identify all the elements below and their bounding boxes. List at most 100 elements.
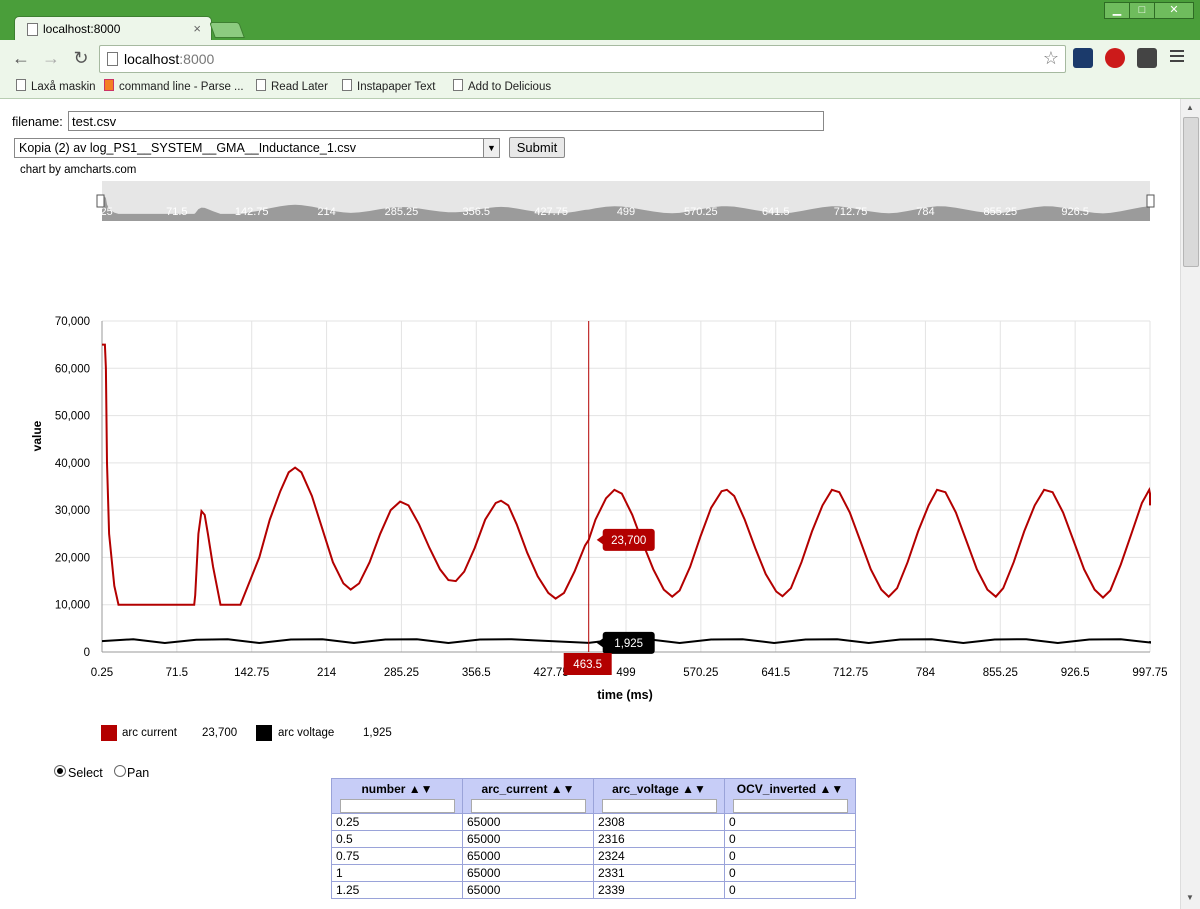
legend-swatch-arc-current[interactable]: [101, 725, 117, 741]
data-table: number ▲▼ arc_current ▲▼ arc_voltage ▲▼ …: [331, 778, 856, 899]
x-tick-label: 0.25: [91, 667, 113, 679]
navigator-label: 926.5: [1061, 206, 1089, 218]
cursor-value-arc-current: 23,700: [611, 535, 646, 547]
menu-icon[interactable]: [1170, 50, 1184, 65]
legend-label-arc-voltage: arc voltage: [278, 727, 335, 739]
column-header-number[interactable]: number ▲▼: [331, 778, 463, 814]
y-tick-label: 50,000: [55, 411, 90, 423]
new-tab-button[interactable]: [209, 22, 245, 38]
navigator-label: 214: [317, 206, 335, 218]
maximize-button[interactable]: □: [1129, 2, 1155, 19]
page-scrollbar[interactable]: ▲ ▼: [1180, 99, 1200, 909]
minimize-button[interactable]: ▁: [1104, 2, 1130, 19]
url-text: localhost:8000: [124, 51, 215, 67]
navigator-label: 427.75: [534, 206, 568, 218]
scroll-up-icon[interactable]: ▲: [1186, 103, 1194, 112]
browser-window: localhost:8000 × ▁ □ ✕ ← → ↻ localhost:8…: [0, 0, 1200, 909]
page-icon: [107, 52, 118, 66]
navigator-label: 855.25: [983, 206, 1017, 218]
page-icon: [16, 79, 26, 91]
chart-cursor: 23,700 1,925 463.5: [563, 321, 655, 675]
page-icon: [256, 79, 266, 91]
navigator-label: 0.25: [91, 206, 112, 218]
x-tick-label: 570.25: [683, 667, 718, 679]
x-tick-label: 142.75: [234, 667, 269, 679]
y-tick-label: 60,000: [55, 363, 90, 375]
tab-title: localhost:8000: [43, 22, 121, 36]
column-filter-input[interactable]: [601, 799, 717, 813]
submit-button[interactable]: Submit: [509, 137, 565, 158]
table-row: 0.75 65000 2324 0: [331, 847, 856, 865]
x-tick-label: 784: [916, 667, 936, 679]
bookmark-star-icon[interactable]: ☆: [1043, 48, 1059, 69]
column-filter-input[interactable]: [339, 799, 455, 813]
line-chart[interactable]: 0.25 71.5 142.75 214 285.25 356.5 427.75 499 570…: [0, 179, 1180, 719]
y-tick-label: 0: [84, 647, 90, 659]
column-filter-input[interactable]: [732, 799, 848, 813]
legend-value-arc-current: 23,700: [202, 727, 238, 739]
chevron-down-icon[interactable]: ▼: [483, 139, 499, 157]
bookmark-item[interactable]: Laxå maskin: [16, 79, 96, 93]
table-header-row: number ▲▼ arc_current ▲▼ arc_voltage ▲▼ …: [331, 778, 856, 814]
column-header-arc-current[interactable]: arc_current ▲▼: [462, 778, 594, 814]
page-icon: [453, 79, 463, 91]
legend-swatch-arc-voltage[interactable]: [256, 725, 272, 741]
reload-icon[interactable]: ↻: [70, 47, 92, 69]
navigator-label: 71.5: [166, 206, 187, 218]
scroll-down-icon[interactable]: ▼: [1186, 893, 1194, 902]
address-bar[interactable]: localhost:8000 ☆: [99, 45, 1066, 73]
extension-icon[interactable]: [1073, 48, 1093, 68]
browser-tab[interactable]: localhost:8000 ×: [14, 16, 212, 42]
close-window-button[interactable]: ✕: [1154, 2, 1194, 19]
selected-file-text: Kopia (2) av log_PS1__SYSTEM__GMA__Induc…: [19, 141, 356, 155]
x-tick-label: 855.25: [983, 667, 1018, 679]
select-mode-radio[interactable]: [54, 765, 66, 777]
cursor-bubble-pointer: [596, 534, 604, 545]
navigator-label: 499: [617, 206, 635, 218]
legend-value-arc-voltage: 1,925: [363, 727, 392, 739]
chart-credit-link[interactable]: chart by amcharts.com: [20, 164, 136, 176]
chart-grid: [101, 320, 1151, 653]
navigator-label: 712.75: [834, 206, 868, 218]
bookmark-item[interactable]: Add to Delicious: [453, 79, 551, 93]
x-axis-label: time (ms): [597, 688, 653, 702]
x-tick-label: 641.5: [761, 667, 790, 679]
tab-close-icon[interactable]: ×: [193, 21, 201, 36]
y-axis-ticks: 0 10,000 20,000 30,000 40,000 50,000 60,000 70,…: [55, 316, 90, 659]
y-tick-label: 40,000: [55, 458, 90, 470]
pan-mode-radio[interactable]: [114, 765, 126, 777]
y-tick-label: 30,000: [55, 505, 90, 517]
pan-mode-label: Pan: [127, 766, 150, 780]
column-header-ocv-inverted[interactable]: OCV_inverted ▲▼: [724, 778, 856, 814]
x-axis-ticks: 0.25 71.5 142.75 214 285.25 356.5 427.75 499 570…: [91, 667, 1168, 679]
filename-input[interactable]: [68, 111, 824, 131]
bookmark-item[interactable]: command line - Parse ...: [104, 79, 244, 93]
y-tick-label: 20,000: [55, 552, 90, 564]
bookmarks-bar: Laxå maskin command line - Parse ... Rea…: [0, 76, 1200, 99]
title-bar: localhost:8000 × ▁ □ ✕: [0, 0, 1200, 42]
bookmark-item[interactable]: Instapaper Text: [342, 79, 435, 93]
navigator-right-handle[interactable]: [1146, 194, 1155, 208]
x-tick-label: 712.75: [833, 667, 868, 679]
stackoverflow-icon: [104, 79, 114, 91]
file-select[interactable]: Kopia (2) av log_PS1__SYSTEM__GMA__Induc…: [14, 138, 500, 158]
back-icon[interactable]: ←: [10, 47, 32, 69]
cursor-x-label: 463.5: [573, 659, 602, 671]
scrollbar-thumb[interactable]: [1183, 117, 1199, 267]
column-header-arc-voltage[interactable]: arc_voltage ▲▼: [593, 778, 725, 814]
x-tick-label: 71.5: [166, 667, 188, 679]
navigator-left-handle[interactable]: [96, 194, 105, 208]
evernote-icon[interactable]: [1137, 48, 1157, 68]
forward-icon[interactable]: →: [40, 47, 62, 69]
adblock-icon[interactable]: [1105, 48, 1125, 68]
select-mode-label: Select: [68, 766, 103, 780]
browser-toolbar: ← → ↻ localhost:8000 ☆: [0, 40, 1200, 76]
y-axis-label: value: [30, 420, 44, 451]
navigator-label: 570.25: [684, 206, 718, 218]
x-tick-label: 356.5: [462, 667, 491, 679]
legend-label-arc-current: arc current: [122, 727, 177, 739]
bookmark-item[interactable]: Read Later: [256, 79, 328, 93]
x-tick-label: 997.75: [1132, 667, 1167, 679]
column-filter-input[interactable]: [470, 799, 586, 813]
x-tick-label: 285.25: [384, 667, 419, 679]
